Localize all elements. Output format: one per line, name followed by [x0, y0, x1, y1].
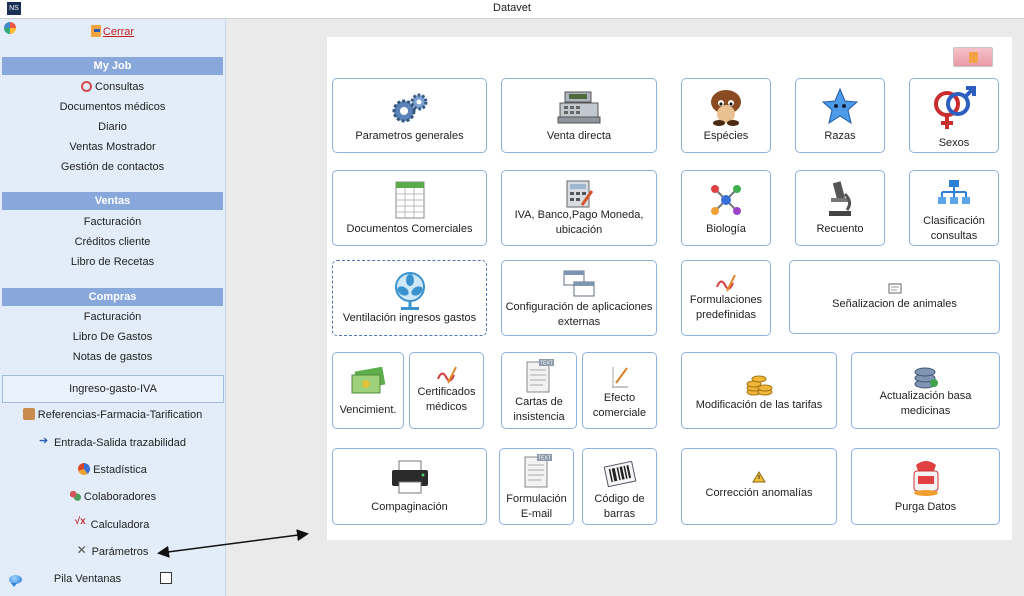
microscope-icon: [829, 181, 852, 216]
tile-correccion-anomalias[interactable]: Corrección anomalías: [681, 448, 837, 525]
tile-sexos[interactable]: Sexos: [909, 78, 999, 153]
fan-icon: [394, 272, 425, 310]
sidebar-item-estadistica[interactable]: Estadística: [0, 463, 225, 476]
sidebar-item-facturacion-compras[interactable]: Facturación: [0, 311, 225, 323]
section-header-ventas: Ventas: [2, 192, 223, 210]
windows-icon: [563, 270, 595, 297]
tile-efecto-comerciale[interactable]: Efecto comerciale: [582, 352, 657, 429]
tools-icon: [77, 543, 89, 557]
sidebar-item-consultas[interactable]: Consultas: [0, 81, 225, 93]
svg-text:TEXT: TEXT: [540, 361, 553, 367]
arrow-right-icon: [39, 434, 51, 448]
section-header-my-job: My Job: [2, 57, 223, 75]
mushroom-icon: [711, 90, 741, 126]
section-header-compras: Compras: [2, 288, 223, 306]
box-icon: [22, 408, 35, 420]
tile-compaginacion[interactable]: Compaginación: [332, 448, 487, 525]
spreadsheet-icon: [395, 181, 424, 219]
signature-icon: [716, 274, 736, 292]
printer-icon: [391, 460, 428, 494]
sidebar-item-creditos-cliente[interactable]: Créditos cliente: [0, 236, 225, 248]
title-bar: NS Datavet: [0, 0, 1024, 19]
sidebar-item-diario[interactable]: Diario: [0, 121, 225, 133]
tile-vencimiento[interactable]: Vencimient.: [332, 352, 404, 429]
tile-formulaciones[interactable]: Formulaciones predefinidas: [681, 260, 771, 336]
text-document-icon: TEXT: [524, 454, 552, 488]
cleaner-icon: [913, 461, 938, 496]
sidebar-item-notas-gastos[interactable]: Notas de gastos: [0, 351, 225, 363]
calculator-pen-icon: [566, 180, 594, 208]
gears-icon: [392, 93, 427, 123]
sidebar: Cerrar My Job Consultas Documentos médic…: [0, 19, 226, 596]
tile-biologia[interactable]: Biología: [681, 170, 771, 246]
tag-card-icon: [888, 283, 901, 294]
sidebar-item-entrada-salida[interactable]: Entrada-Salida trazabilidad: [0, 434, 225, 449]
database-icon: [914, 367, 938, 389]
sidebar-item-libro-recetas[interactable]: Libro de Recetas: [0, 256, 225, 268]
pen-document-icon: [611, 367, 628, 388]
stack-windows-label: Pila Ventanas: [53, 573, 122, 585]
stethoscope-icon: [81, 81, 93, 92]
tile-senalizacion[interactable]: Señalizacion de animales: [789, 260, 1000, 334]
people-icon: [68, 490, 81, 502]
cash-register-icon: [557, 91, 601, 124]
tile-especies[interactable]: Espécies: [681, 78, 771, 153]
sidebar-item-colaboradores[interactable]: Colaboradores: [0, 490, 225, 503]
sidebar-item-calculadora[interactable]: Calculadora: [0, 516, 225, 531]
banknotes-icon: [351, 367, 386, 394]
tile-parametros-generales[interactable]: Parametros generales: [332, 78, 487, 153]
sidebar-item-documentos-medicos[interactable]: Documentos médicos: [0, 101, 225, 113]
exit-door-icon: [969, 52, 978, 63]
tile-codigo-barras[interactable]: Código de barras: [582, 448, 657, 525]
stack-windows-checkbox[interactable]: [160, 572, 172, 584]
sidebar-item-gestion-contactos[interactable]: Gestión de contactos: [0, 161, 225, 173]
hierarchy-icon: [938, 180, 970, 204]
sqrt-icon: [75, 516, 88, 530]
tile-configuracion[interactable]: Configuración de aplicaciones externas: [501, 260, 657, 336]
tile-certificados[interactable]: Certificados médicos: [409, 352, 484, 429]
tile-modificacion-tarifas[interactable]: Modificación de las tarifas: [681, 352, 837, 429]
tile-iva-banco[interactable]: IVA, Banco,Pago Moneda, ubicación: [501, 170, 657, 246]
sidebar-item-ingreso-gasto-iva[interactable]: Ingreso-gasto-IVA: [2, 375, 224, 403]
sidebar-item-parametros[interactable]: Parámetros: [0, 543, 225, 558]
tile-razas[interactable]: Razas: [795, 78, 885, 153]
molecule-icon: [711, 185, 741, 215]
tile-documentos-comerciales[interactable]: Documentos Comerciales: [332, 170, 487, 246]
tile-formulacion-email[interactable]: TEXT Formulación E-mail: [499, 448, 574, 525]
exit-door-icon[interactable]: [90, 25, 101, 37]
warning-icon: [752, 471, 766, 483]
coins-icon: [746, 375, 773, 396]
barcode-icon: [603, 460, 636, 488]
tile-purga-datos[interactable]: Purga Datos: [851, 448, 1000, 525]
star-creature-icon: [821, 87, 859, 125]
svg-text:TEXT: TEXT: [538, 456, 551, 462]
text-document-icon: TEXT: [526, 359, 554, 393]
sidebar-item-referencias[interactable]: Referencias-Farmacia-Tarification: [0, 408, 225, 421]
tile-ventilacion[interactable]: Ventilación ingresos gastos: [332, 260, 487, 336]
tile-actualizacion[interactable]: Actualización basa medicinas: [851, 352, 1000, 429]
sidebar-item-facturacion-ventas[interactable]: Facturación: [0, 216, 225, 228]
window-title: Datavet: [493, 2, 531, 14]
signature-icon: [436, 366, 457, 384]
tile-recuento[interactable]: Recuento: [795, 170, 885, 246]
exit-button[interactable]: [953, 47, 993, 67]
close-row: Cerrar: [0, 25, 225, 38]
close-link[interactable]: Cerrar: [103, 26, 134, 38]
tile-venta-directa[interactable]: Venta directa: [501, 78, 657, 153]
tile-clasificacion-consultas[interactable]: Clasificación consultas: [909, 170, 999, 246]
main-panel: Parametros generales Venta directa Espéc…: [327, 37, 1012, 540]
tile-cartas-insistencia[interactable]: TEXT Cartas de insistencia: [501, 352, 577, 429]
gender-icon: [934, 86, 976, 129]
sidebar-item-libro-gastos[interactable]: Libro De Gastos: [0, 331, 225, 343]
pie-chart-icon: [78, 463, 91, 475]
sidebar-item-ventas-mostrador[interactable]: Ventas Mostrador: [0, 141, 225, 153]
